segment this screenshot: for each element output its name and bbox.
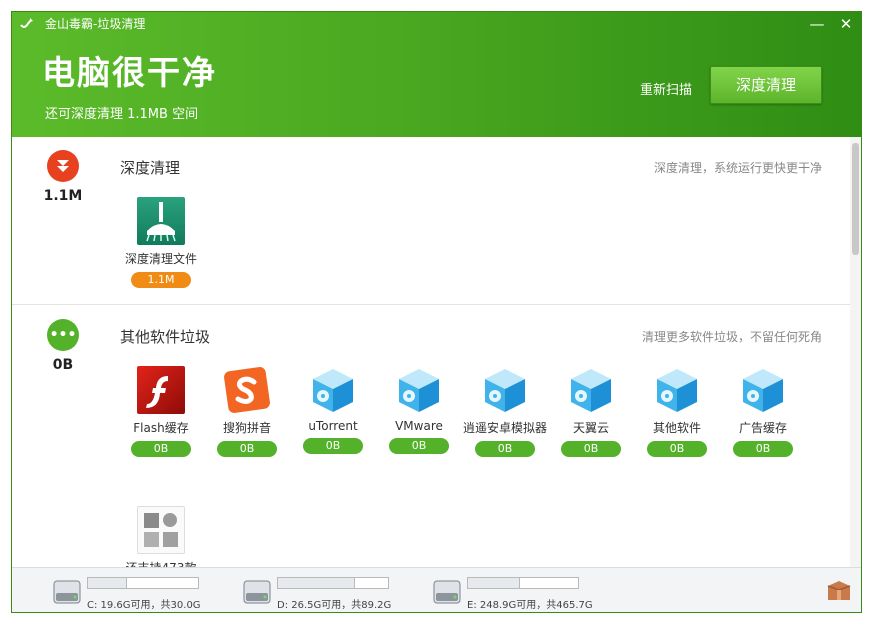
sogou-icon xyxy=(223,366,271,414)
drive-label: E: 248.9G可用，共465.7G xyxy=(467,600,593,611)
app-window: 金山毒霸-垃圾清理 — ✕ 电脑很干净 还可深度清理 1.1MB 空间 重新扫描… xyxy=(11,11,862,613)
item-label: 还支持473款 xyxy=(118,559,204,567)
drive-usage-bar xyxy=(87,577,199,589)
broom-glyph xyxy=(146,202,176,242)
sogou-glyph xyxy=(224,367,270,413)
hard-drive-icon xyxy=(243,580,271,604)
item-size-badge: 0B xyxy=(131,441,191,457)
section-title: 深度清理 xyxy=(120,159,181,177)
drive-usage-bar xyxy=(467,577,579,589)
drive-label: D: 26.5G可用，共89.2G xyxy=(277,600,392,611)
box-glyph xyxy=(399,369,439,412)
drive-usage-fill xyxy=(468,578,520,588)
software-box-icon xyxy=(481,366,529,414)
item-label: uTorrent xyxy=(308,419,358,433)
arrow-down-icon xyxy=(47,150,79,182)
clean-item-tianyiyun[interactable]: 天翼云 0B xyxy=(548,366,634,457)
drive-c: C: 19.6G可用，共30.0G xyxy=(52,575,232,611)
close-button[interactable]: ✕ xyxy=(835,14,857,34)
drive-label: C: 19.6G可用，共30.0G xyxy=(87,600,201,611)
box-glyph xyxy=(743,369,783,412)
section-size: 1.1M xyxy=(43,188,83,204)
box-glyph xyxy=(657,369,697,412)
logo-icon xyxy=(20,18,33,28)
item-size-badge: 0B xyxy=(647,441,707,457)
item-label: VMware xyxy=(395,419,443,433)
clean-item-utorrent[interactable]: uTorrent 0B xyxy=(290,366,376,454)
hard-drive-icon xyxy=(433,580,461,604)
drive-usage-fill xyxy=(278,578,355,588)
clean-item-ad-cache[interactable]: 广告缓存 0B xyxy=(720,366,806,457)
apps-grid-glyph xyxy=(144,513,178,547)
section-title: 其他软件垃圾 xyxy=(120,328,211,346)
scan-results: 1.1M 深度清理 深度清理，系统运行更快更干净 深度清理文件 1.1M •••… xyxy=(12,137,861,567)
box-glyph xyxy=(485,369,525,412)
item-label: 深度清理文件 xyxy=(124,252,197,266)
clean-item-xiaoyao[interactable]: 逍遥安卓模拟器 0B xyxy=(462,366,548,457)
deep-clean-button[interactable]: 深度清理 xyxy=(710,66,822,104)
scrollbar-thumb[interactable] xyxy=(852,143,859,255)
section-desc: 深度清理，系统运行更快更干净 xyxy=(653,161,822,175)
clean-item-flash[interactable]: Flash缓存 0B xyxy=(118,366,204,457)
disk-status-bar: C: 19.6G可用，共30.0G D: 26.5G可用，共89.2G E: 2… xyxy=(12,567,861,612)
clean-item-sogou[interactable]: 搜狗拼音 0B xyxy=(204,366,290,457)
section-size: 0B xyxy=(52,357,74,373)
clean-item-deep-files[interactable]: 深度清理文件 1.1M xyxy=(118,197,204,288)
item-label: 搜狗拼音 xyxy=(222,421,271,435)
flash-glyph xyxy=(146,376,168,408)
supported-apps-item[interactable]: 还支持473款 xyxy=(118,506,204,567)
broom-icon xyxy=(137,197,185,245)
section-desc: 清理更多软件垃圾，不留任何死角 xyxy=(641,330,822,344)
software-box-icon xyxy=(739,366,787,414)
item-label: 天翼云 xyxy=(572,421,609,435)
item-size-badge: 0B xyxy=(475,441,535,457)
box-glyph xyxy=(313,369,353,412)
item-label: Flash缓存 xyxy=(133,421,189,435)
section-deep-clean: 1.1M 深度清理 深度清理，系统运行更快更干净 深度清理文件 1.1M xyxy=(12,137,850,305)
vertical-scrollbar[interactable] xyxy=(850,137,861,567)
more-dots-icon: ••• xyxy=(47,319,79,351)
hard-drive-icon xyxy=(53,580,81,604)
status-subline: 还可深度清理 1.1MB 空间 xyxy=(45,107,199,122)
clean-item-other-software[interactable]: 其他软件 0B xyxy=(634,366,720,457)
item-size-badge: 0B xyxy=(733,441,793,457)
section-other-software: ••• 0B 其他软件垃圾 清理更多软件垃圾，不留任何死角 Flash缓存 0B xyxy=(12,306,850,567)
drive-usage-fill xyxy=(88,578,127,588)
arrow-down-glyph xyxy=(57,160,69,172)
item-size-badge: 1.1M xyxy=(131,272,191,288)
rescan-link[interactable]: 重新扫描 xyxy=(640,79,692,98)
header: 金山毒霸-垃圾清理 — ✕ 电脑很干净 还可深度清理 1.1MB 空间 重新扫描… xyxy=(12,12,861,137)
item-size-badge: 0B xyxy=(217,441,277,457)
item-size-badge: 0B xyxy=(389,438,449,454)
apps-grid-icon xyxy=(137,506,185,554)
item-size-badge: 0B xyxy=(303,438,363,454)
drive-usage-bar xyxy=(277,577,389,589)
toolbox-icon[interactable] xyxy=(825,576,853,604)
software-box-icon xyxy=(395,366,443,414)
clean-item-vmware[interactable]: VMware 0B xyxy=(376,366,462,454)
item-label: 其他软件 xyxy=(652,421,701,435)
item-size-badge: 0B xyxy=(561,441,621,457)
status-headline: 电脑很干净 xyxy=(42,53,217,92)
software-box-icon xyxy=(653,366,701,414)
window-title: 金山毒霸-垃圾清理 xyxy=(45,17,146,31)
minimize-button[interactable]: — xyxy=(806,14,828,34)
item-label: 逍遥安卓模拟器 xyxy=(462,421,547,435)
software-box-icon xyxy=(567,366,615,414)
software-box-icon xyxy=(309,366,357,414)
drive-d: D: 26.5G可用，共89.2G xyxy=(242,575,422,611)
box-glyph xyxy=(571,369,611,412)
drive-e: E: 248.9G可用，共465.7G xyxy=(432,575,612,611)
flash-icon xyxy=(137,366,185,414)
item-label: 广告缓存 xyxy=(738,421,787,435)
